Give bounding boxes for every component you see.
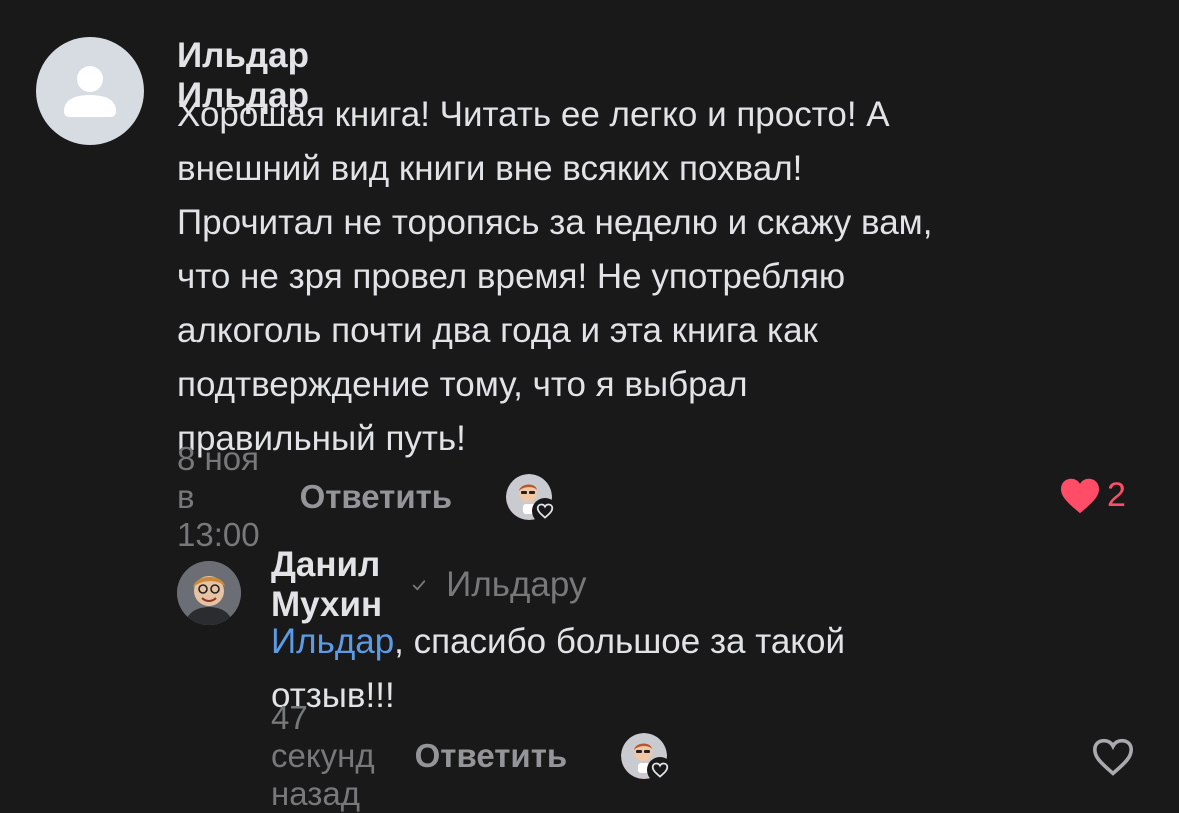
heart-badge <box>532 498 559 524</box>
reply-to[interactable]: Ильдару <box>446 565 586 605</box>
reply-header: Данил Мухин Ильдару <box>271 545 586 624</box>
heart-badge <box>647 757 674 783</box>
reply-text: Ильдар, спасибо большое за такой отзыв!!… <box>271 615 1151 723</box>
comment-text: Хорошая книга! Читать ее легко и просто!… <box>177 95 933 458</box>
reply-button[interactable]: Ответить <box>300 478 453 516</box>
verified-check-icon <box>412 580 426 591</box>
author-photo-icon <box>177 561 241 625</box>
heart-outline-icon <box>1092 738 1134 776</box>
reply-author-avatar[interactable] <box>177 561 241 625</box>
like-button[interactable]: 2 <box>1059 476 1126 515</box>
comment-time: 8 ноя в 13:00 <box>177 440 260 553</box>
user-silhouette-icon <box>64 66 116 117</box>
mention-link[interactable]: Ильдар <box>271 622 394 661</box>
heart-outline-icon <box>651 762 669 778</box>
reply-meta: 47 секунд назад Ответить <box>271 699 674 812</box>
reply-time: 47 секунд назад <box>271 699 375 812</box>
default-avatar[interactable] <box>36 37 144 145</box>
heart-filled-icon <box>1061 478 1099 513</box>
like-count: 2 <box>1107 476 1126 514</box>
reply-author[interactable]: Данил Мухин <box>271 545 394 625</box>
reply-reply-button[interactable]: Ответить <box>415 737 568 775</box>
heart-outline-icon <box>536 503 554 519</box>
comment-meta: 8 ноя в 13:00 Ответить <box>177 440 559 553</box>
reply-like-button[interactable] <box>1090 737 1136 777</box>
reply-author-like-avatar <box>621 733 674 783</box>
author-like-avatar <box>506 474 559 524</box>
